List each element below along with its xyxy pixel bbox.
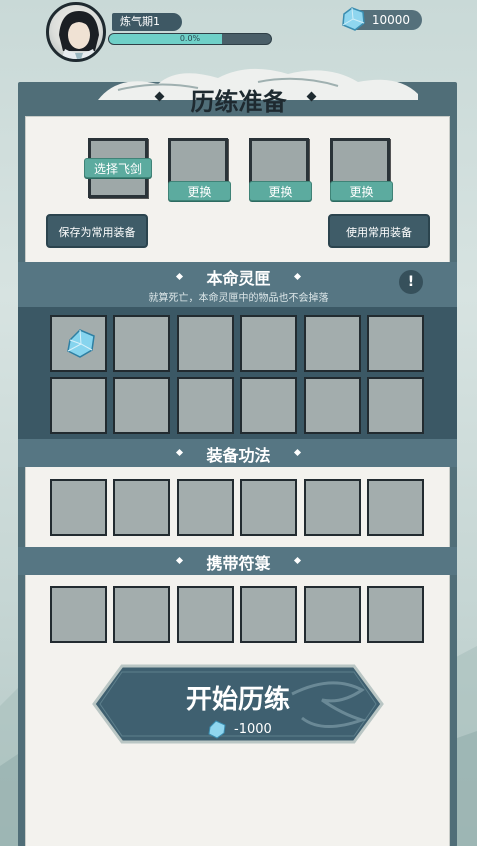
spirit-box-row2-slot-1[interactable] — [50, 377, 107, 434]
cultivation-rank: 炼气期1 — [112, 13, 182, 31]
spirit-box-row2-slot-6[interactable] — [367, 377, 424, 434]
techniques-title: 装备功法 — [206, 446, 271, 465]
spirit-box-row2-slot-5[interactable] — [304, 377, 361, 434]
spirit-box-row2-slot-2[interactable] — [113, 377, 170, 434]
start-training-label: 开始历练 — [185, 685, 290, 715]
spirit-box-row2-slot-3[interactable] — [177, 377, 234, 434]
technique-slot-6[interactable] — [367, 479, 424, 536]
technique-slot-2[interactable] — [113, 479, 170, 536]
replace-button-2[interactable]: 更换 — [249, 181, 312, 201]
replace-button-3[interactable]: 更换 — [330, 181, 393, 201]
talisman-slot-1[interactable] — [50, 586, 107, 643]
spirit-box-row1-slot-5[interactable] — [304, 315, 361, 372]
use-common-equipment-button[interactable]: 使用常用装备 — [328, 214, 430, 248]
info-button[interactable]: ! — [399, 270, 423, 294]
technique-slot-5[interactable] — [304, 479, 361, 536]
technique-slot-3[interactable] — [177, 479, 234, 536]
save-common-equipment-button[interactable]: 保存为常用装备 — [46, 214, 148, 248]
spirit-box-row1-slot-6[interactable] — [367, 315, 424, 372]
replace-button-1[interactable]: 更换 — [168, 181, 231, 201]
exp-progress-bar: 0.0% — [108, 33, 272, 45]
spirit-box-row1-slot-3[interactable] — [177, 315, 234, 372]
talisman-slot-5[interactable] — [304, 586, 361, 643]
spirit-box-row1-slot-4[interactable] — [240, 315, 297, 372]
select-flying-sword-button[interactable]: 选择飞剑 — [84, 158, 152, 178]
spirit-stone-icon — [342, 7, 365, 31]
talisman-slot-4[interactable] — [240, 586, 297, 643]
talisman-slot-3[interactable] — [177, 586, 234, 643]
start-training-cost: -1000 — [234, 722, 272, 737]
talisman-slot-6[interactable] — [367, 586, 424, 643]
technique-slot-1[interactable] — [50, 479, 107, 536]
exp-progress-text: 0.0% — [179, 34, 201, 43]
spirit-box-row1-slot-2[interactable] — [113, 315, 170, 372]
spirit-stone-item-icon[interactable] — [64, 326, 98, 360]
spirit-stone-cost-icon — [208, 720, 226, 739]
avatar-portrait-icon — [59, 11, 99, 59]
talismans-title: 携带符箓 — [206, 554, 271, 573]
panel-title: 历练准备 — [190, 87, 287, 116]
spirit-box-row2-slot-4[interactable] — [240, 377, 297, 434]
technique-slot-4[interactable] — [240, 479, 297, 536]
player-avatar[interactable] — [46, 2, 106, 62]
talisman-slot-2[interactable] — [113, 586, 170, 643]
top-bar: 炼气期1 0.0% 10000 — [0, 0, 477, 62]
